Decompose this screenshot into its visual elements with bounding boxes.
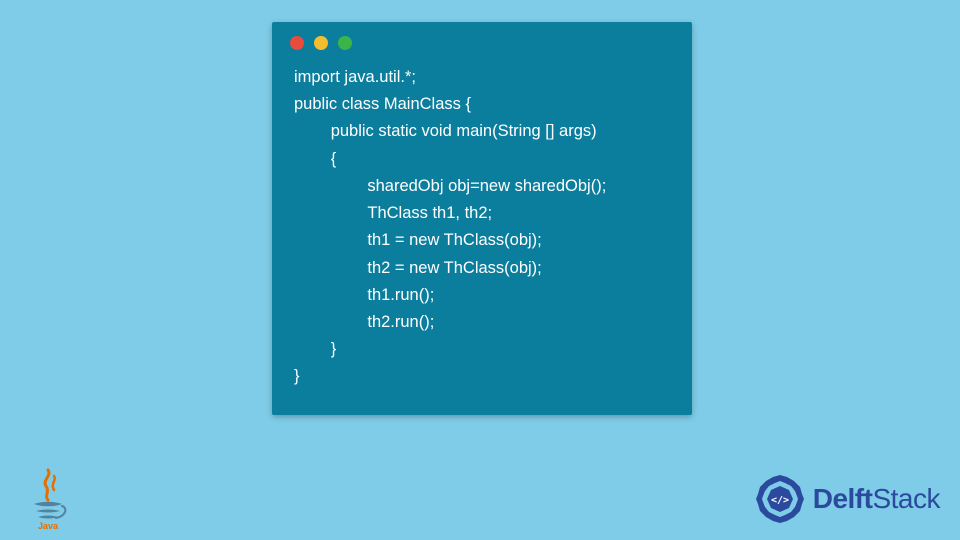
delftstack-logo: </> DelftStack xyxy=(753,472,940,526)
delft-brand-text: Delft xyxy=(813,483,873,514)
minimize-icon xyxy=(314,36,328,50)
java-logo-icon: Java xyxy=(24,466,72,530)
code-block: import java.util.*; public class MainCla… xyxy=(272,60,692,397)
delft-suffix-text: Stack xyxy=(872,483,940,514)
window-titlebar xyxy=(272,22,692,60)
maximize-icon xyxy=(338,36,352,50)
svg-text:</>: </> xyxy=(771,495,789,506)
code-window: import java.util.*; public class MainCla… xyxy=(272,22,692,415)
delftstack-wordmark: DelftStack xyxy=(813,483,940,515)
delftstack-badge-icon: </> xyxy=(753,472,807,526)
java-logo-label: Java xyxy=(38,521,59,530)
close-icon xyxy=(290,36,304,50)
